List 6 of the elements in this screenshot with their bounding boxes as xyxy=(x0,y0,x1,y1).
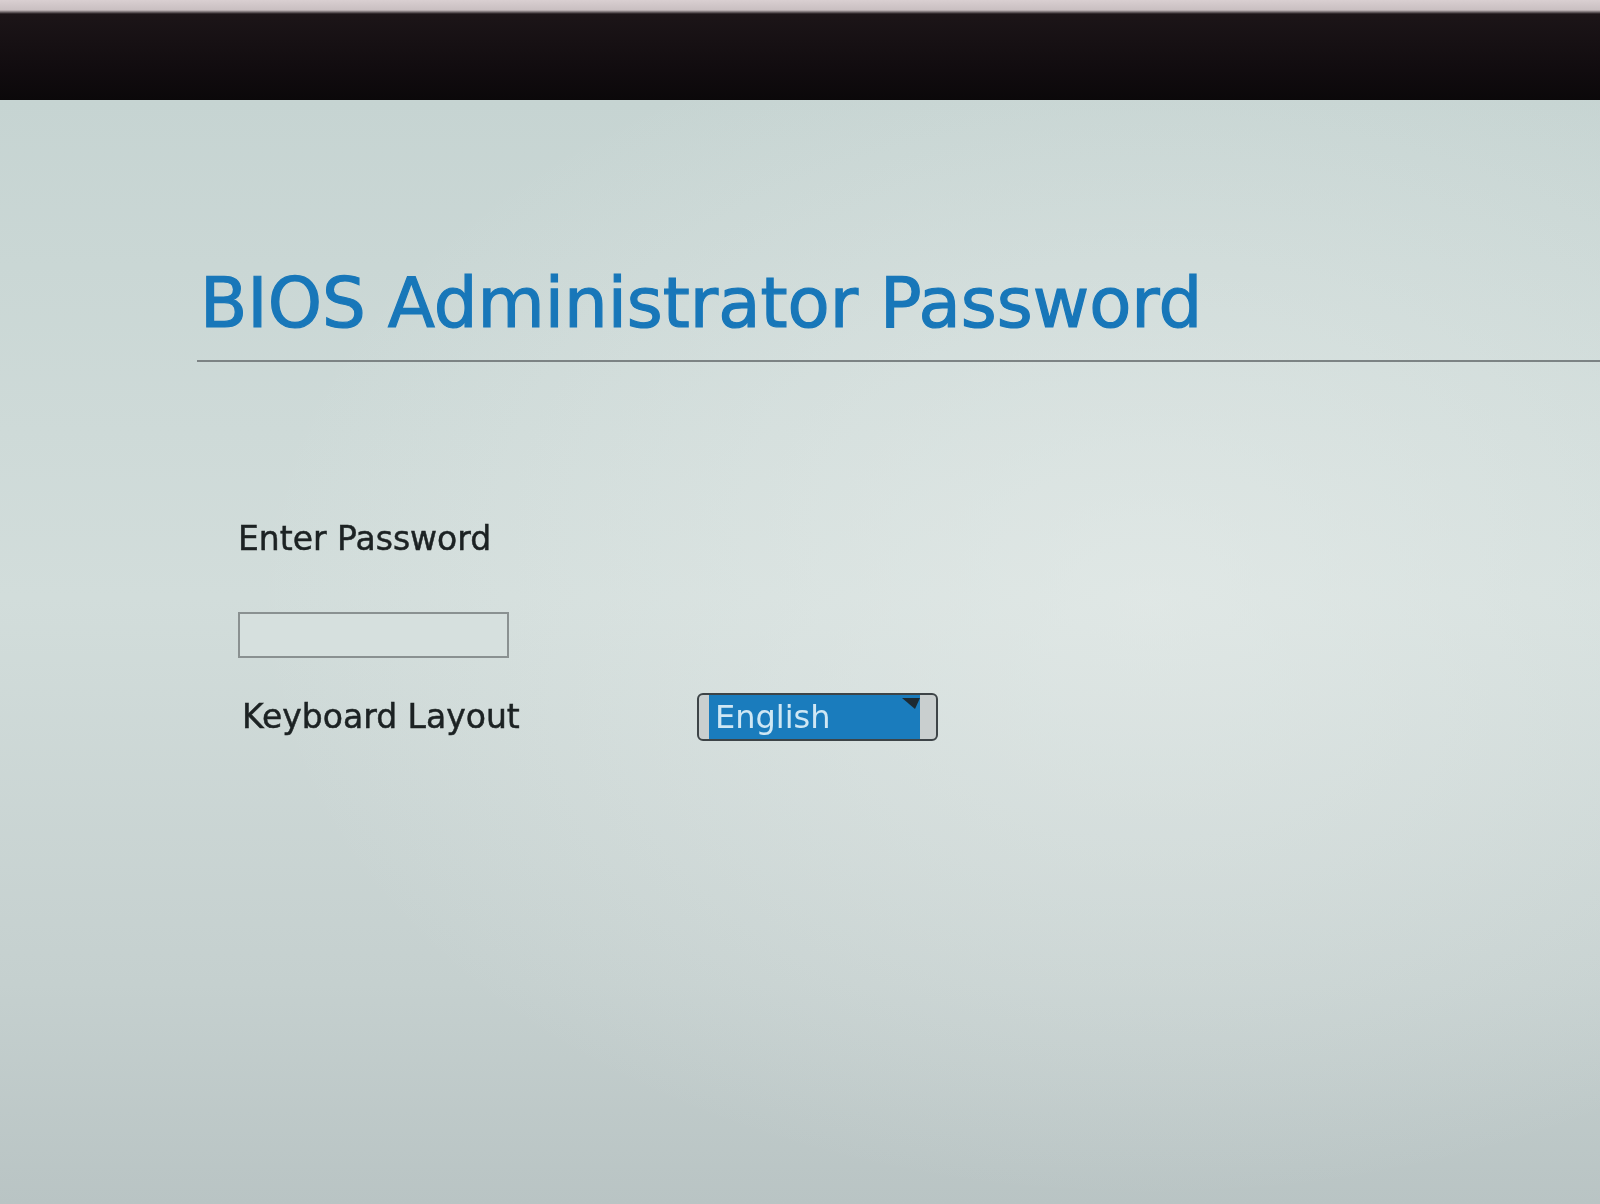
page-title: BIOS Administrator Password xyxy=(200,263,1203,343)
layout-dropdown[interactable]: English xyxy=(697,693,938,741)
field-label: Keyboard Layout xyxy=(242,697,521,737)
field-label: Enter Password xyxy=(238,519,492,559)
caret-icon xyxy=(902,698,920,709)
password-field[interactable] xyxy=(238,612,509,658)
